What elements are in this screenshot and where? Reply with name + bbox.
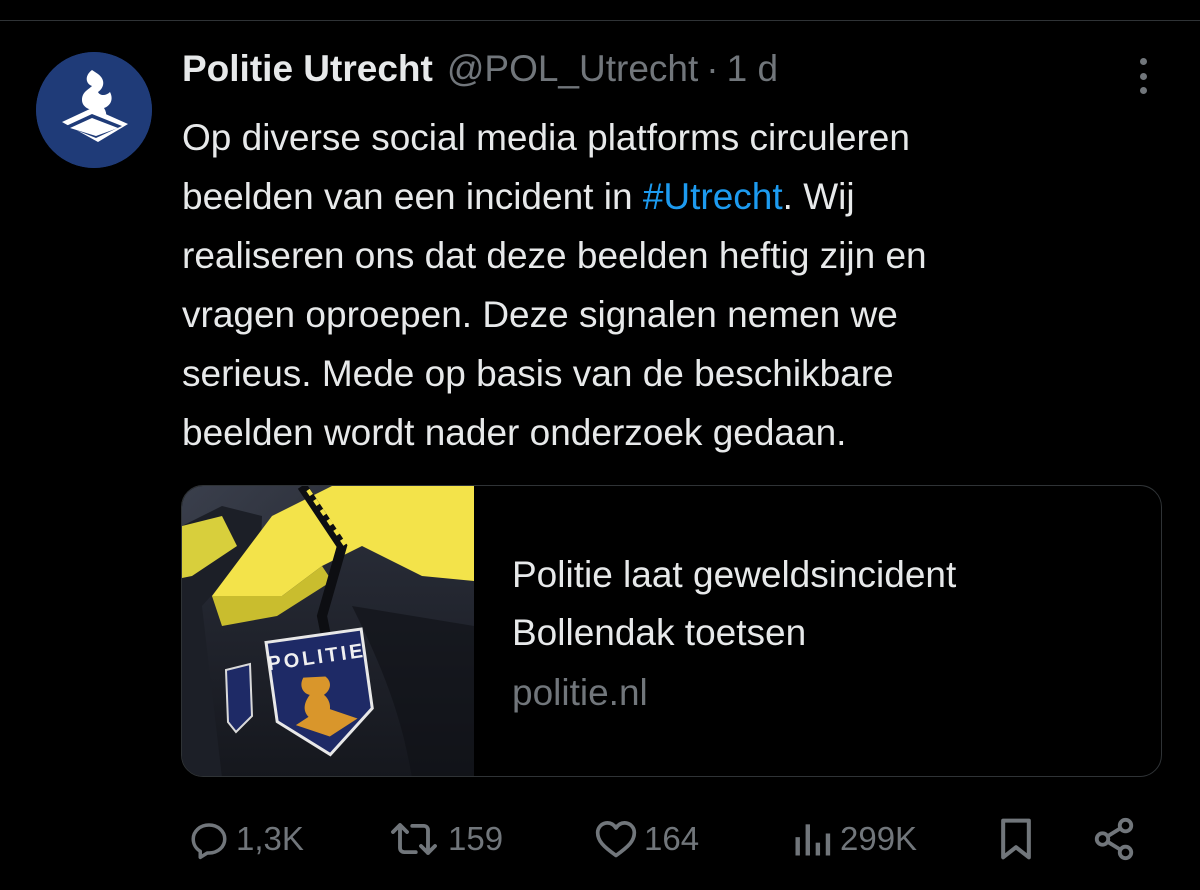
tweet-text-part: . Wij [782, 176, 855, 217]
bookmark-icon [1001, 818, 1031, 860]
like-button[interactable]: 164 [594, 815, 699, 863]
tweet-line: realiseren ons dat deze beelden heftig z… [182, 235, 927, 276]
tweet-line: Op diverse social media platforms circul… [182, 117, 910, 158]
hashtag-link[interactable]: #Utrecht [643, 176, 783, 217]
repost-icon [391, 823, 437, 855]
tweet-line: vragen oproepen. Deze signalen nemen we [182, 294, 898, 335]
tweet-time[interactable]: 1 d [727, 48, 778, 90]
card-title-line: Bollendak toetsen [512, 612, 807, 653]
repost-count: 159 [448, 820, 504, 857]
author-handle[interactable]: @POL_Utrecht [447, 48, 698, 90]
repost-button[interactable]: 159 [386, 815, 503, 863]
tweet-header: Politie Utrecht @POL_Utrecht · 1 d [182, 48, 778, 98]
card-thumbnail-image: POLITIE [182, 486, 474, 776]
card-title-line: Politie laat geweldsincident [512, 554, 957, 595]
top-divider [0, 0, 1200, 21]
views-icon [795, 824, 831, 856]
police-logo-icon [36, 52, 152, 168]
tweet-text: Op diverse social media platforms circul… [182, 108, 1162, 462]
like-count: 164 [644, 820, 700, 857]
link-card[interactable]: POLITIE Politie laat geweldsincident Bol… [181, 485, 1162, 777]
tweet-line: serieus. Mede op basis van de beschikbar… [182, 353, 894, 394]
reply-icon [191, 823, 227, 860]
reply-button[interactable]: 1,3K [188, 815, 304, 863]
card-domain: politie.nl [512, 672, 648, 713]
header-separator: · [706, 48, 719, 89]
views-button[interactable]: 299K [790, 815, 917, 863]
tweet-line: beelden wordt nader onderzoek gedaan. [182, 412, 847, 453]
tweet-line: beelden van een incident in #Utrecht. Wi… [182, 167, 1162, 226]
card-title[interactable]: Politie laat geweldsincident Bollendak t… [512, 546, 1131, 662]
author-name[interactable]: Politie Utrecht [182, 48, 433, 90]
card-body[interactable]: Politie laat geweldsincident Bollendak t… [512, 546, 1131, 722]
heart-icon [595, 821, 637, 858]
action-bar: 1,3K 159 164 299K [0, 805, 1200, 875]
tweet-text-part: beelden van een incident in [182, 176, 643, 217]
views-count: 299K [840, 820, 918, 857]
avatar[interactable] [36, 52, 152, 168]
share-icon [1094, 817, 1134, 861]
bookmark-button[interactable] [996, 815, 1036, 863]
share-button[interactable] [1090, 815, 1138, 863]
reply-count: 1,3K [236, 820, 304, 857]
more-icon[interactable] [1128, 54, 1158, 98]
